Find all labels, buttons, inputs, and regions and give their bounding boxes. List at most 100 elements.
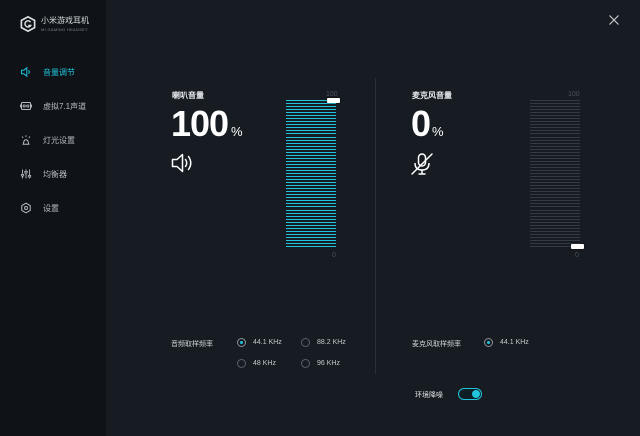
speaker-meter-line bbox=[286, 173, 336, 174]
radio-circle bbox=[237, 338, 246, 347]
mic-meter-line bbox=[530, 191, 580, 193]
rate-option-label: 96 KHz bbox=[317, 360, 340, 367]
speaker-meter-line bbox=[286, 142, 336, 144]
mic-meter-line bbox=[530, 127, 580, 129]
mic-volume-value: 0 bbox=[411, 103, 431, 144]
section-divider bbox=[375, 78, 376, 374]
speaker-meter-line bbox=[286, 242, 336, 244]
equalizer-icon bbox=[20, 168, 32, 180]
mic-meter-line bbox=[530, 185, 580, 187]
speaker-icon bbox=[20, 66, 32, 78]
speaker-scale-max: 100 bbox=[326, 91, 338, 98]
mic-volume-label: 麦克风音量 bbox=[412, 91, 452, 100]
rate-option-label: 44.1 KHz bbox=[500, 339, 529, 346]
mic-muted-icon[interactable] bbox=[410, 152, 434, 176]
speaker-meter-line bbox=[286, 185, 336, 187]
nav-item-settings[interactable]: 设置 bbox=[20, 200, 100, 216]
speaker-volume-meter[interactable] bbox=[286, 98, 340, 247]
surround-icon bbox=[20, 100, 32, 112]
speaker-meter-line bbox=[286, 169, 336, 171]
mic-scale-max: 100 bbox=[568, 91, 580, 98]
nav-label: 虚拟7.1声道 bbox=[43, 101, 87, 111]
nav-item-volume[interactable]: 音量调节 bbox=[20, 64, 100, 80]
mic-meter-line bbox=[530, 136, 580, 138]
speaker-meter-line bbox=[286, 206, 336, 208]
radio-circle bbox=[301, 338, 310, 347]
mic-meter-line bbox=[530, 109, 580, 111]
speaker-icon[interactable] bbox=[171, 152, 195, 174]
rate-option-label: 88.2 KHz bbox=[317, 339, 346, 346]
speaker-meter-line bbox=[286, 106, 336, 108]
speaker-slider-thumb[interactable] bbox=[327, 98, 340, 103]
logo-icon bbox=[20, 16, 36, 32]
speaker-meter-line bbox=[286, 227, 336, 229]
mic-meter-line bbox=[530, 182, 580, 184]
speaker-meter-line bbox=[286, 191, 336, 193]
lamp-icon bbox=[20, 134, 32, 146]
speaker-meter-line bbox=[286, 154, 336, 156]
mic-meter-line bbox=[530, 212, 580, 214]
mic-meter-line bbox=[530, 169, 580, 171]
mic-meter-line bbox=[530, 121, 580, 123]
speaker-meter-line bbox=[286, 188, 336, 190]
mic-rate-option-44-1[interactable]: 44.1 KHz bbox=[484, 338, 529, 347]
mic-meter-line bbox=[530, 194, 580, 196]
mic-slider-thumb[interactable] bbox=[571, 244, 584, 249]
speaker-meter-line bbox=[286, 139, 336, 141]
mic-meter-line bbox=[530, 176, 580, 178]
rate-option-88-2[interactable]: 88.2 KHz bbox=[301, 338, 346, 347]
rate-option-label: 44.1 KHz bbox=[253, 339, 282, 346]
mic-volume-meter[interactable] bbox=[530, 100, 584, 249]
speaker-meter-line bbox=[286, 145, 336, 147]
mic-meter-line bbox=[530, 233, 580, 235]
nav-label: 设置 bbox=[43, 203, 59, 213]
mic-meter-line bbox=[530, 224, 580, 226]
speaker-rate-label: 音频取样频率 bbox=[171, 341, 213, 348]
rate-option-48[interactable]: 48 KHz bbox=[237, 359, 276, 368]
speaker-volume-label: 喇叭音量 bbox=[172, 91, 204, 100]
mic-meter-line bbox=[530, 179, 580, 181]
speaker-meter-line bbox=[286, 133, 336, 135]
nav-item-lighting[interactable]: 灯光设置 bbox=[20, 132, 100, 148]
speaker-meter-line bbox=[286, 160, 336, 162]
speaker-meter-line bbox=[286, 109, 336, 111]
speaker-scale-min: 0 bbox=[332, 252, 336, 259]
mic-meter-line bbox=[530, 230, 580, 232]
toggle-knob bbox=[472, 390, 480, 398]
speaker-meter-line bbox=[286, 157, 336, 159]
speaker-meter-line bbox=[286, 115, 336, 117]
mic-meter-line bbox=[530, 100, 580, 101]
nav-label: 灯光设置 bbox=[43, 135, 75, 145]
mic-meter-line bbox=[530, 215, 580, 217]
noise-cancel-label: 环境降噪 bbox=[415, 392, 443, 399]
speaker-meter-line bbox=[286, 194, 336, 196]
speaker-meter-line bbox=[286, 136, 336, 138]
mic-meter-line bbox=[530, 197, 580, 199]
mic-meter-line bbox=[530, 200, 580, 202]
rate-option-44-1[interactable]: 44.1 KHz bbox=[237, 338, 282, 347]
mic-meter-line bbox=[530, 139, 580, 141]
close-icon[interactable] bbox=[608, 14, 620, 26]
speaker-volume-unit: % bbox=[231, 124, 243, 139]
nav-label: 均衡器 bbox=[43, 169, 67, 179]
nav-item-surround[interactable]: 虚拟7.1声道 bbox=[20, 98, 100, 114]
speaker-meter-line bbox=[286, 224, 336, 226]
app-subtitle: MI GAMING HEADSET bbox=[41, 26, 88, 32]
brand: 小米游戏耳机 MI GAMING HEADSET bbox=[20, 16, 89, 32]
app-name: 小米游戏耳机 bbox=[41, 15, 89, 25]
mic-meter-line bbox=[530, 173, 580, 174]
mic-meter-line bbox=[530, 227, 580, 229]
mic-meter-line bbox=[530, 188, 580, 190]
mic-meter-line bbox=[530, 157, 580, 159]
speaker-meter-line bbox=[286, 127, 336, 129]
sidebar: 小米游戏耳机 MI GAMING HEADSET 音量调节 虚拟7.1声道 灯光… bbox=[0, 0, 106, 436]
noise-cancel-toggle[interactable] bbox=[458, 388, 482, 400]
speaker-meter-line bbox=[286, 103, 336, 105]
mic-meter-line bbox=[530, 130, 580, 132]
speaker-meter-line bbox=[286, 124, 336, 126]
speaker-meter-line bbox=[286, 246, 336, 247]
mic-meter-line bbox=[530, 209, 580, 211]
mic-meter-line bbox=[530, 142, 580, 144]
nav-item-equalizer[interactable]: 均衡器 bbox=[20, 166, 100, 182]
rate-option-96[interactable]: 96 KHz bbox=[301, 359, 340, 368]
